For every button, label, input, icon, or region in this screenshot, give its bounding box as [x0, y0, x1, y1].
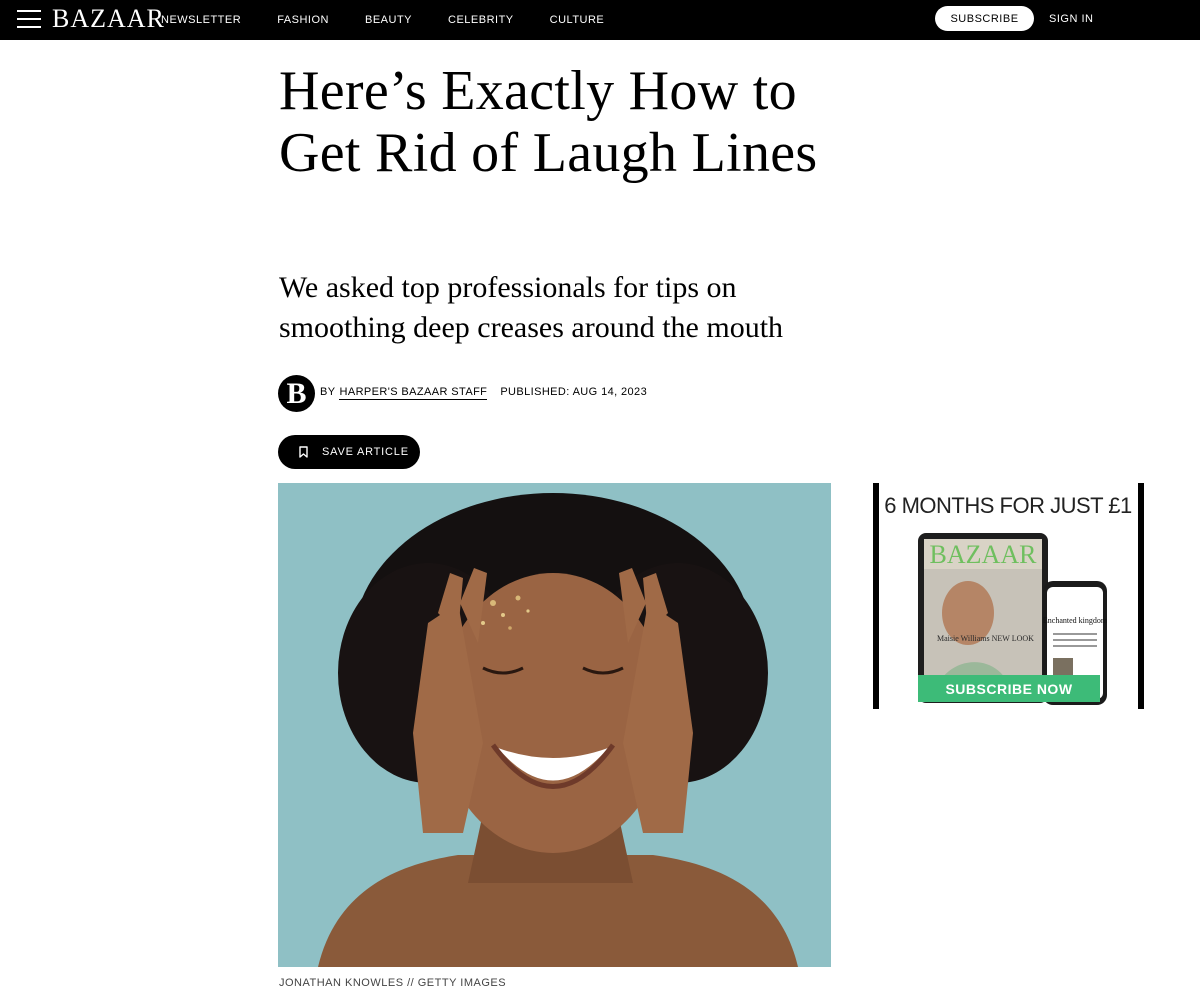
bookmark-icon [299, 446, 308, 458]
top-navigation: BAZAAR NEWSLETTER FASHION BEAUTY CELEBRI… [0, 0, 1200, 40]
ad-phone-text: Enchanted kingdom [1043, 616, 1108, 625]
author-avatar[interactable]: B [278, 375, 315, 412]
site-logo[interactable]: BAZAAR [52, 4, 165, 34]
ad-magazine-logo: BAZAAR [930, 540, 1038, 569]
nav-link-fashion[interactable]: FASHION [277, 14, 329, 26]
save-article-label: SAVE ARTICLE [322, 446, 409, 458]
nav-link-culture[interactable]: CULTURE [550, 14, 605, 26]
hamburger-menu-icon[interactable] [17, 8, 41, 30]
publish-date: PUBLISHED: AUG 14, 2023 [500, 386, 648, 398]
hero-image [278, 483, 831, 967]
save-article-button[interactable]: SAVE ARTICLE [278, 435, 420, 469]
nav-link-newsletter[interactable]: NEWSLETTER [161, 14, 241, 26]
ad-cover-text: Maisie Williams NEW LOOK [937, 634, 1034, 643]
subscribe-button[interactable]: SUBSCRIBE [935, 6, 1034, 31]
byline-prefix: BY [320, 386, 336, 398]
article-headline: Here’s Exactly How to Get Rid of Laugh L… [279, 60, 818, 184]
primary-nav: NEWSLETTER FASHION BEAUTY CELEBRITY CULT… [161, 0, 640, 40]
image-caption: JONATHAN KNOWLES // GETTY IMAGES [279, 977, 507, 989]
sign-in-link[interactable]: SIGN IN [1049, 0, 1093, 38]
ad-subscribe-now-button[interactable]: SUBSCRIBE NOW [918, 675, 1100, 702]
hero-illustration [278, 483, 831, 967]
subscription-ad[interactable]: 6 MONTHS FOR JUST £1 BAZAAR Maisie Willi… [873, 483, 1144, 709]
author-link[interactable]: HARPER'S BAZAAR STAFF [339, 386, 488, 400]
article-dek: We asked top professionals for tips on s… [279, 271, 784, 344]
byline: BY HARPER'S BAZAAR STAFF PUBLISHED: AUG … [320, 386, 647, 400]
nav-link-celebrity[interactable]: CELEBRITY [448, 14, 514, 26]
nav-link-beauty[interactable]: BEAUTY [365, 14, 412, 26]
